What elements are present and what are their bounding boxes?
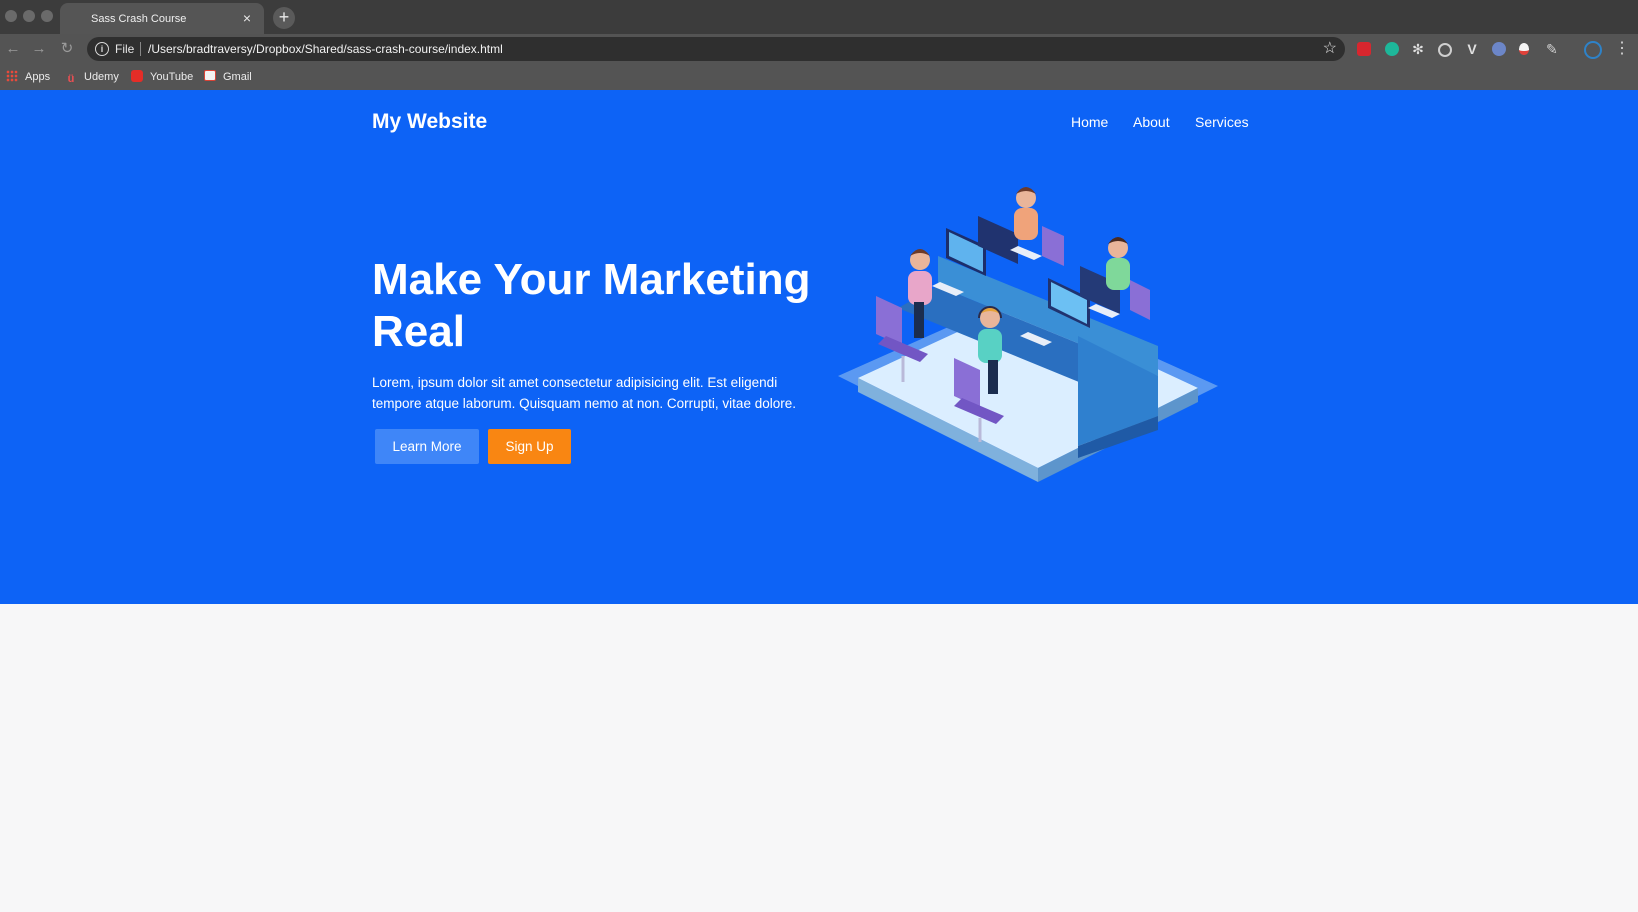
extension-teal-icon[interactable]	[1385, 42, 1399, 56]
browser-menu-icon[interactable]: ⋮	[1614, 40, 1630, 58]
udemy-icon: ü	[67, 73, 75, 85]
bookmark-youtube[interactable]: YouTube	[131, 69, 193, 85]
extension-red-icon[interactable]	[1357, 42, 1371, 56]
tab-title: Sass Crash Course	[91, 13, 187, 25]
office-team-illustration	[838, 187, 1218, 482]
bookmark-gmail[interactable]: Gmail	[204, 69, 252, 85]
site-logo[interactable]: My Website	[372, 110, 487, 134]
screen: Sass Crash Course × + ← → ↻ i File /User…	[0, 0, 1638, 912]
window-close-dot[interactable]	[5, 10, 17, 22]
apps-grid-icon	[6, 70, 18, 82]
extension-react-icon[interactable]: ✻	[1411, 42, 1425, 56]
extension-egg-icon[interactable]	[1519, 43, 1529, 55]
browser-tab[interactable]: Sass Crash Course ×	[60, 3, 264, 34]
bookmark-udemy[interactable]: ü Udemy	[65, 69, 119, 85]
nav-link-home[interactable]: Home	[1071, 114, 1108, 130]
hero-lead-text: Lorem, ipsum dolor sit amet consectetur …	[372, 375, 796, 411]
new-tab-button[interactable]: +	[273, 7, 295, 29]
bookmark-star-icon[interactable]: ☆	[1323, 39, 1337, 59]
bookmark-label: YouTube	[150, 71, 194, 83]
bookmark-apps[interactable]: Apps	[6, 69, 50, 85]
window-maximize-dot[interactable]	[41, 10, 53, 22]
extension-vue-icon[interactable]: V	[1465, 42, 1479, 56]
browser-tab-bar: Sass Crash Course × +	[0, 0, 1638, 34]
browser-toolbar: ← → ↻ i File /Users/bradtraversy/Dropbox…	[0, 34, 1638, 64]
forward-arrow-icon[interactable]: →	[29, 40, 49, 58]
bookmark-label: Apps	[25, 71, 51, 83]
sign-up-button[interactable]: Sign Up	[488, 429, 571, 464]
url-text[interactable]: /Users/bradtraversy/Dropbox/Shared/sass-…	[148, 42, 503, 56]
bookmark-label: Udemy	[84, 71, 119, 83]
gmail-icon	[204, 70, 216, 81]
window-minimize-dot[interactable]	[23, 10, 35, 22]
bookmarks-bar: Apps ü Udemy YouTube Gmail	[0, 64, 1638, 90]
nav-link-services[interactable]: Services	[1195, 114, 1249, 130]
extension-globe-icon[interactable]	[1492, 42, 1506, 56]
hero-section: My Website Home About Services Make Your…	[0, 90, 1638, 604]
reload-icon[interactable]: ↻	[57, 40, 77, 58]
address-bar[interactable]: i File /Users/bradtraversy/Dropbox/Share…	[87, 37, 1345, 61]
learn-more-button[interactable]: Learn More	[375, 429, 479, 464]
address-separator	[140, 42, 141, 56]
nav-link-about[interactable]: About	[1133, 114, 1170, 130]
profile-icon[interactable]	[1584, 41, 1602, 59]
bookmark-label: Gmail	[223, 71, 252, 83]
back-arrow-icon[interactable]: ←	[3, 40, 23, 58]
address-scheme-label: File	[115, 42, 135, 56]
hero-headline: Make Your Marketing Real	[372, 255, 811, 356]
youtube-icon	[131, 70, 143, 82]
extension-pen-icon[interactable]: ✎	[1546, 42, 1560, 56]
info-icon[interactable]: i	[95, 42, 109, 56]
close-tab-icon[interactable]: ×	[239, 10, 255, 26]
extension-circle-icon[interactable]	[1438, 43, 1452, 57]
page-content-area	[0, 604, 1638, 912]
